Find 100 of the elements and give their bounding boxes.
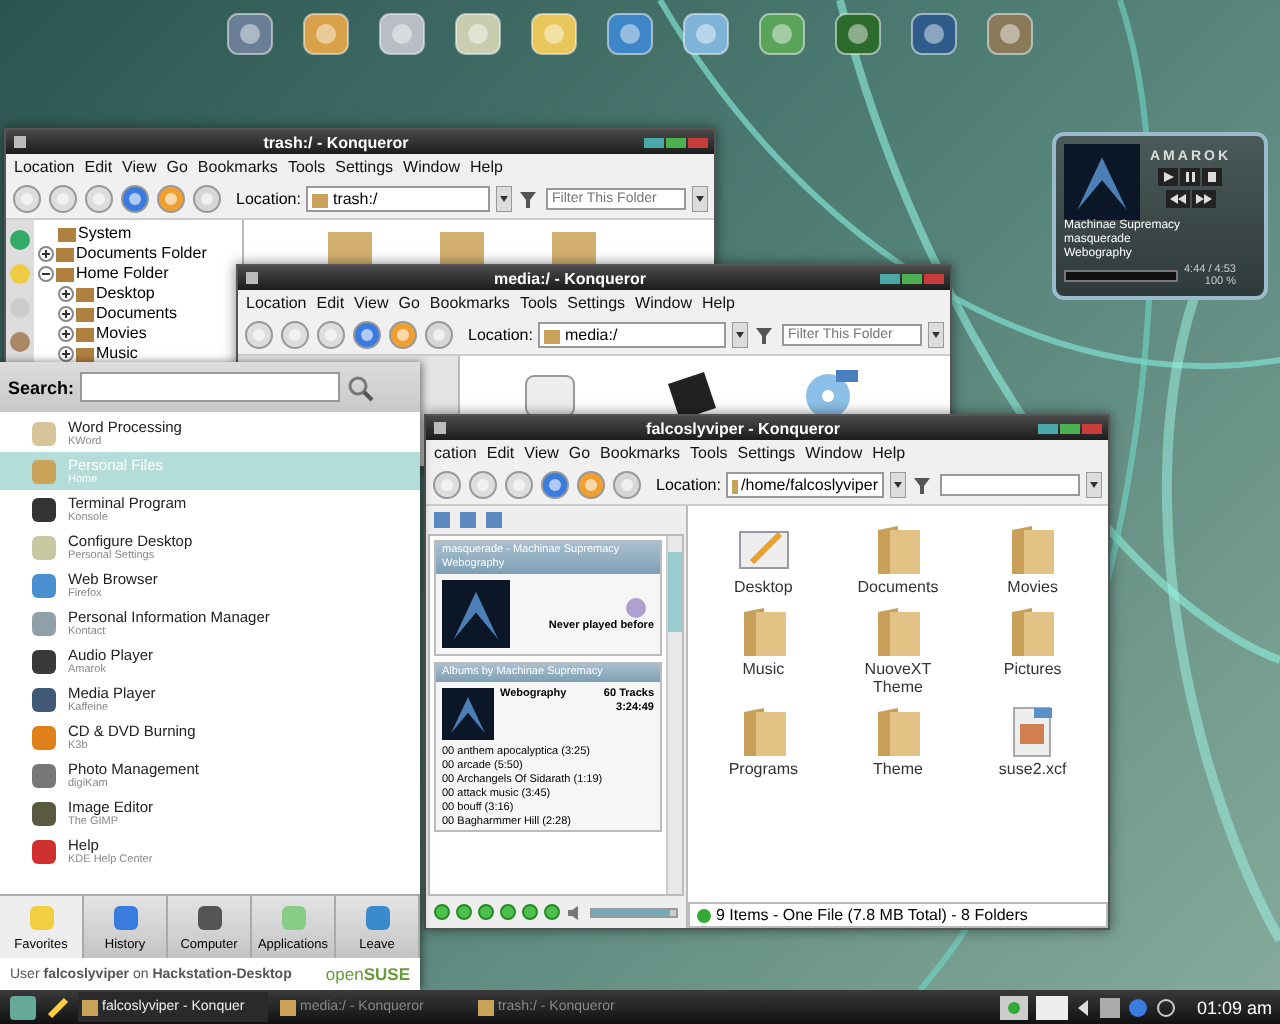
minimize-button[interactable]: [644, 137, 664, 147]
file-name[interactable]: suse2.xcf: [982, 760, 1083, 778]
file-name[interactable]: Desktop: [713, 578, 814, 596]
launcher-icon[interactable]: [680, 8, 732, 60]
tree-item[interactable]: Documents Folder: [76, 244, 207, 264]
forward-button[interactable]: [280, 320, 310, 350]
back-button[interactable]: [432, 470, 462, 500]
up-button[interactable]: [504, 470, 534, 500]
menu-item[interactable]: Location: [242, 294, 311, 312]
back-button[interactable]: [244, 320, 274, 350]
menu-item[interactable]: Window: [399, 158, 464, 176]
launcher-icon[interactable]: [452, 8, 504, 60]
menu-item[interactable]: Location: [10, 158, 79, 176]
menu-item[interactable]: Edit: [482, 444, 519, 462]
launcher-icon[interactable]: [756, 8, 808, 60]
tree-item[interactable]: Documents: [96, 304, 177, 324]
menu-item[interactable]: Help: [697, 294, 739, 312]
tree-item[interactable]: System: [78, 224, 132, 244]
launcher-icon[interactable]: [224, 8, 276, 60]
launcher-icon[interactable]: [528, 8, 580, 60]
file-name[interactable]: Theme: [847, 760, 948, 778]
launcher-icon[interactable]: [908, 8, 960, 60]
next-icon[interactable]: [1191, 190, 1216, 208]
menu-item[interactable]: Window: [631, 294, 696, 312]
dropdown-arrow-icon[interactable]: [1086, 472, 1102, 498]
play-icon[interactable]: [1158, 168, 1179, 186]
file-name[interactable]: Programs: [713, 760, 814, 778]
menu-item[interactable]: Tools: [686, 444, 732, 462]
collapse-icon[interactable]: [38, 266, 54, 282]
filter-icon[interactable]: [912, 474, 934, 496]
menu-item[interactable]: Help: [868, 444, 910, 462]
menu-item[interactable]: Go: [564, 444, 595, 462]
location-field[interactable]: /home/falcoslyviper: [726, 472, 884, 498]
desktop-pager-icon[interactable]: [1000, 995, 1029, 1019]
search-field[interactable]: [80, 372, 341, 402]
filter-field[interactable]: [940, 474, 1080, 496]
forward-button[interactable]: [48, 184, 78, 214]
reload-button[interactable]: [576, 470, 606, 500]
menu-item[interactable]: Tools: [283, 158, 330, 176]
menu-item[interactable]: Bookmarks: [425, 294, 514, 312]
reload-button[interactable]: [156, 184, 186, 214]
back-button[interactable]: [12, 184, 42, 214]
tree-item[interactable]: Desktop: [96, 284, 155, 304]
volume-slider[interactable]: [590, 907, 678, 917]
location-field[interactable]: media:/: [538, 322, 726, 348]
search-icon[interactable]: [346, 373, 375, 401]
menu-item[interactable]: View: [118, 158, 161, 176]
menu-item[interactable]: View: [520, 444, 563, 462]
menu-item[interactable]: Help: [465, 158, 507, 176]
dropdown-arrow-icon[interactable]: [928, 322, 944, 348]
scrollbar-thumb[interactable]: [668, 552, 682, 632]
tray-app-icon[interactable]: [1100, 997, 1121, 1017]
expand-icon[interactable]: [58, 346, 74, 362]
menu-item[interactable]: cation: [430, 444, 481, 462]
forward-button[interactable]: [468, 470, 498, 500]
filter-icon[interactable]: [754, 324, 776, 346]
menu-item[interactable]: Go: [394, 294, 424, 312]
expand-icon[interactable]: [58, 286, 74, 302]
menu-item[interactable]: Settings: [331, 158, 398, 176]
stop-button[interactable]: [192, 184, 222, 214]
stop-icon[interactable]: [1202, 168, 1223, 186]
menu-item[interactable]: Bookmarks: [193, 158, 282, 176]
window-list-icon[interactable]: [1036, 995, 1069, 1019]
menu-item[interactable]: Window: [801, 444, 867, 462]
menu-item[interactable]: Edit: [80, 158, 117, 176]
reload-button[interactable]: [388, 320, 418, 350]
tree-item[interactable]: Movies: [96, 324, 147, 344]
tree-item[interactable]: Home Folder: [76, 264, 169, 284]
close-button[interactable]: [1082, 423, 1102, 433]
dropdown-arrow-icon[interactable]: [692, 186, 708, 212]
expand-icon[interactable]: [38, 246, 54, 262]
launcher-icon[interactable]: [984, 8, 1036, 60]
expand-icon[interactable]: [58, 306, 74, 322]
maximize-button[interactable]: [1060, 423, 1080, 433]
expand-icon[interactable]: [58, 326, 74, 342]
home-button[interactable]: [540, 470, 570, 500]
menu-item[interactable]: View: [350, 294, 393, 312]
launcher-icon[interactable]: [604, 8, 656, 60]
file-name[interactable]: Movies: [982, 578, 1083, 596]
minimize-button[interactable]: [880, 273, 900, 283]
home-button[interactable]: [120, 184, 150, 214]
up-button[interactable]: [316, 320, 346, 350]
minimize-button[interactable]: [1038, 423, 1058, 433]
up-button[interactable]: [84, 184, 114, 214]
close-button[interactable]: [924, 273, 944, 283]
maximize-button[interactable]: [666, 137, 686, 147]
file-name[interactable]: NuoveXT Theme: [847, 660, 948, 696]
filter-icon[interactable]: [518, 188, 540, 210]
home-button[interactable]: [352, 320, 382, 350]
tree-item[interactable]: Music: [96, 344, 138, 364]
globe-icon[interactable]: [1128, 997, 1149, 1017]
dropdown-arrow-icon[interactable]: [890, 472, 906, 498]
maximize-button[interactable]: [902, 273, 922, 283]
file-name[interactable]: Pictures: [982, 660, 1083, 678]
location-field[interactable]: trash:/: [306, 186, 490, 212]
pencil-icon[interactable]: [46, 995, 70, 1019]
menu-item[interactable]: Edit: [312, 294, 349, 312]
pause-icon[interactable]: [1180, 168, 1201, 186]
file-name[interactable]: Documents: [847, 578, 948, 596]
file-name[interactable]: Music: [713, 660, 814, 678]
